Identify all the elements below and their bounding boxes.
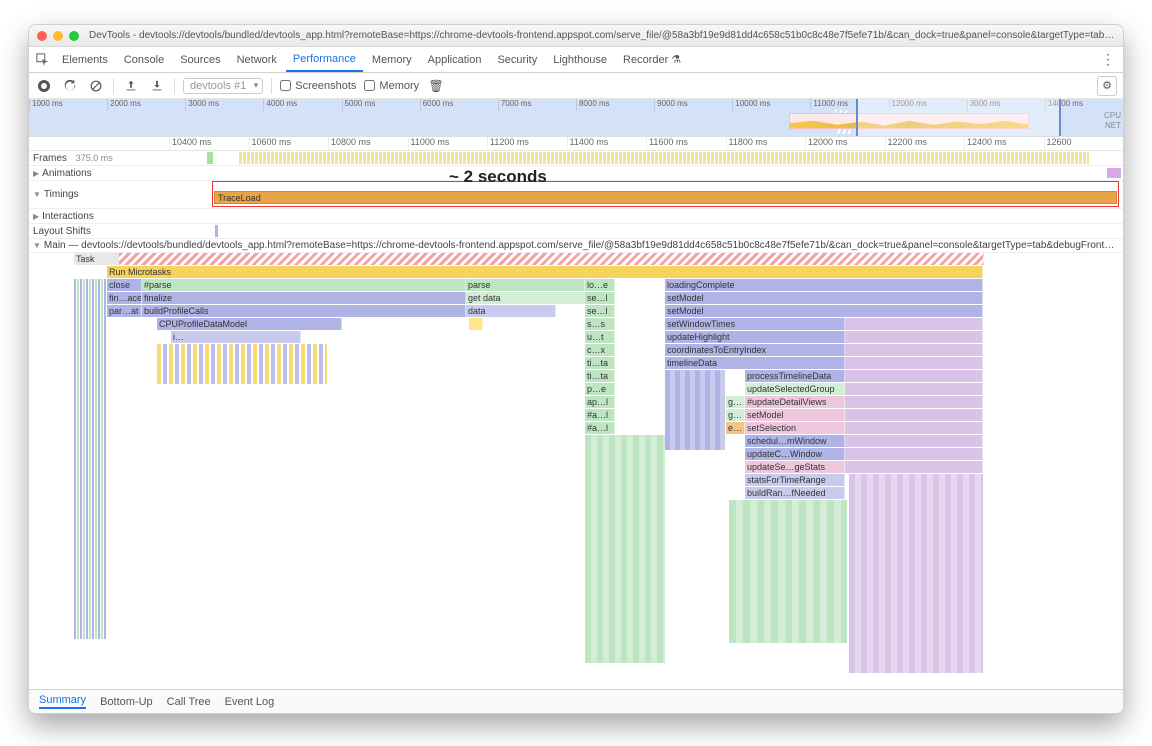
tab-network[interactable]: Network	[230, 47, 284, 72]
flask-icon: ⚗	[671, 53, 681, 66]
flame-column[interactable]	[157, 344, 327, 384]
tab-memory[interactable]: Memory	[365, 47, 419, 72]
devtools-window: DevTools - devtools://devtools/bundled/d…	[28, 24, 1124, 714]
flame-column[interactable]	[729, 500, 847, 643]
inspect-icon[interactable]	[33, 47, 53, 72]
tab-sources[interactable]: Sources	[173, 47, 227, 72]
close-icon[interactable]	[37, 31, 47, 41]
tab-call-tree[interactable]: Call Tree	[167, 696, 211, 708]
upload-button[interactable]	[122, 77, 140, 95]
window-title: DevTools - devtools://devtools/bundled/d…	[89, 30, 1115, 41]
overview-side-labels: CPUNET	[1104, 111, 1121, 131]
tab-recorder[interactable]: Recorder⚗	[616, 47, 688, 72]
more-icon[interactable]: ⋮	[1093, 51, 1123, 68]
flame-column[interactable]	[665, 370, 725, 450]
overview-selection[interactable]	[856, 99, 1061, 136]
minimize-icon[interactable]	[53, 31, 63, 41]
details-tabs: Summary Bottom-Up Call Tree Event Log	[29, 689, 1123, 713]
clear-button[interactable]	[87, 77, 105, 95]
window-titlebar: DevTools - devtools://devtools/bundled/d…	[29, 25, 1123, 47]
tab-lighthouse[interactable]: Lighthouse	[546, 47, 614, 72]
frames-value: 375.0 ms	[76, 153, 113, 163]
flame-column[interactable]	[849, 474, 983, 673]
tab-elements[interactable]: Elements	[55, 47, 115, 72]
settings-icon[interactable]: ⚙	[1097, 76, 1117, 96]
traceload-bar[interactable]: TraceLoad	[214, 191, 1117, 204]
tab-event-log[interactable]: Event Log	[225, 696, 275, 708]
flame-chart: 10400 ms10600 ms10800 ms 11000 ms11200 m…	[29, 137, 1123, 689]
flame-column[interactable]	[585, 435, 665, 663]
chevron-down-icon: ▼	[33, 190, 41, 199]
overview-timeline[interactable]: 1000 ms2000 ms3000 ms 4000 ms5000 ms6000…	[29, 99, 1123, 137]
tab-bottom-up[interactable]: Bottom-Up	[100, 696, 153, 708]
timings-track[interactable]: ▼Timings TraceLoad	[29, 181, 1123, 209]
memory-checkbox[interactable]: Memory	[364, 80, 419, 92]
main-track-header[interactable]: ▼Main — devtools://devtools/bundled/devt…	[29, 239, 1123, 253]
reload-button[interactable]	[61, 77, 79, 95]
main-flame[interactable]: Task Run Microtasks close #parse parse l…	[29, 253, 1123, 683]
chevron-down-icon: ▼	[33, 241, 41, 250]
record-button[interactable]	[35, 77, 53, 95]
tab-security[interactable]: Security	[490, 47, 544, 72]
frames-body[interactable]	[169, 151, 1123, 165]
flame-column[interactable]	[74, 279, 106, 639]
interactions-track[interactable]: ▶Interactions	[29, 209, 1123, 224]
flame-runmicrotasks[interactable]: Run Microtasks	[107, 266, 983, 278]
tab-performance[interactable]: Performance	[286, 47, 363, 72]
flame-ruler: 10400 ms10600 ms10800 ms 11000 ms11200 m…	[29, 137, 1123, 151]
trash-icon[interactable]: 🗑	[427, 77, 445, 95]
window-controls	[37, 31, 79, 41]
animations-track[interactable]: ▶Animations	[29, 166, 1123, 181]
chevron-right-icon: ▶	[33, 169, 39, 178]
perf-toolbar: devtools #1 Screenshots Memory 🗑 ⚙	[29, 73, 1123, 99]
frames-label: Frames	[33, 153, 67, 164]
flame-longtask[interactable]	[119, 253, 984, 265]
annotation-text: ~ 2 seconds	[449, 167, 547, 187]
tab-application[interactable]: Application	[421, 47, 489, 72]
chevron-right-icon: ▶	[33, 212, 39, 221]
layoutshifts-track[interactable]: Layout Shifts	[29, 224, 1123, 239]
panel-tabs: Elements Console Sources Network Perform…	[29, 47, 1123, 73]
tab-console[interactable]: Console	[117, 47, 171, 72]
screenshots-checkbox[interactable]: Screenshots	[280, 80, 356, 92]
frames-track: Frames 375.0 ms	[29, 151, 1123, 166]
download-button[interactable]	[148, 77, 166, 95]
session-select[interactable]: devtools #1	[183, 78, 263, 94]
zoom-icon[interactable]	[69, 31, 79, 41]
tab-summary[interactable]: Summary	[39, 694, 86, 709]
